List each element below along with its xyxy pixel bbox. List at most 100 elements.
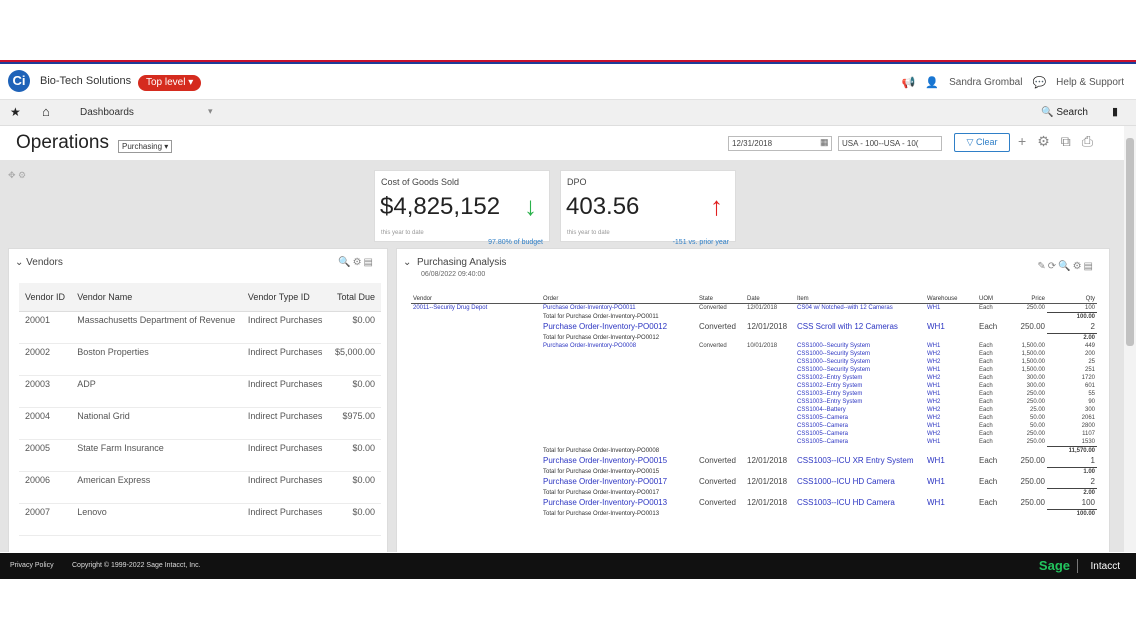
kpi-comparison[interactable]: 97.80% of budget [488,239,543,246]
analysis-panel-title[interactable]: ⌄ Purchasing Analysis [403,257,506,268]
item-cell[interactable]: CSS1005--Camera [795,430,925,438]
home-icon[interactable]: ⌂ [42,104,50,119]
warehouse-cell[interactable]: WH1 [925,390,977,398]
scrollbar-thumb[interactable] [1126,138,1134,346]
favorites-star-icon[interactable]: ★ [10,105,21,119]
kpi-cost-of-goods-sold[interactable]: Cost of Goods Sold $4,825,152 ↓ this yea… [374,170,550,246]
vendor-id-cell[interactable]: 20002 [19,343,72,376]
col-uom[interactable]: UOM [977,295,1007,304]
dashboards-menu[interactable]: Dashboards [80,107,134,118]
warehouse-cell[interactable]: WH2 [925,350,977,358]
warehouse-cell[interactable]: WH1 [925,304,977,313]
warehouse-cell[interactable]: WH1 [925,382,977,390]
analysis-panel-tools-icon[interactable]: ✎⟳🔍⚙▤ [1037,261,1095,272]
user-icon[interactable]: 👤 [925,76,939,89]
warehouse-cell[interactable]: WH2 [925,398,977,406]
item-cell[interactable]: CSS1003--ICU XR Entry System [795,455,925,468]
table-row[interactable]: 20004 National Grid Indirect Purchases $975… [19,407,381,440]
col-order[interactable]: Order [541,295,697,304]
order-cell[interactable]: Purchase Order-Inventory-PO0015 [541,455,697,468]
warehouse-cell[interactable]: WH2 [925,374,977,382]
col-price[interactable]: Price [1007,295,1047,304]
col-warehouse[interactable]: Warehouse [925,295,977,304]
col-qty[interactable]: Qty [1047,295,1097,304]
view-select[interactable]: Purchasing ▾ [118,140,173,153]
vendor-id-cell[interactable]: 20006 [19,471,72,504]
vendor-cell[interactable]: 20011--Security Drug Depot [411,304,541,313]
warehouse-cell[interactable]: WH2 [925,406,977,414]
clear-filter-button[interactable]: ▽ Clear [954,133,1010,152]
col-vendor-name[interactable]: Vendor Name [71,283,242,312]
col-state[interactable]: State [697,295,745,304]
warehouse-cell[interactable]: WH1 [925,422,977,430]
warehouse-cell[interactable]: WH2 [925,358,977,366]
vendor-id-cell[interactable]: 20004 [19,407,72,440]
item-cell[interactable]: CSS1000--Security System [795,366,925,374]
bookmark-icon[interactable]: ▮ [1112,105,1118,118]
order-cell[interactable]: Purchase Order-Inventory-PO0013 [541,497,697,510]
item-cell[interactable]: CSS1002--Entry System [795,382,925,390]
settings-icon[interactable]: ⚙ [1037,133,1050,150]
vendor-id-cell[interactable]: 20001 [19,311,72,344]
vendors-panel-title[interactable]: ⌄ Vendors [15,257,63,268]
canvas-move-icon[interactable]: ✥ ⚙ [8,170,26,181]
add-icon[interactable]: + [1018,133,1026,150]
item-cell[interactable]: CSS1004--Battery [795,406,925,414]
order-cell[interactable]: Purchase Order-Inventory-PO0012 [541,321,697,334]
col-date[interactable]: Date [745,295,795,304]
warehouse-cell[interactable]: WH1 [925,438,977,447]
table-row[interactable]: 20002 Boston Properties Indirect Purchases… [19,343,381,376]
warehouse-cell[interactable]: WH1 [925,342,977,350]
col-item[interactable]: Item [795,295,925,304]
table-row[interactable]: 20003 ADP Indirect Purchases $0.00 [19,375,381,408]
item-cell[interactable]: CSS1005--Camera [795,422,925,430]
as-of-date-input[interactable]: 12/31/2018 [728,136,832,151]
item-cell[interactable]: CSS Scroll with 12 Cameras [795,321,925,334]
search-button[interactable]: 🔍 Search [1041,107,1088,118]
item-cell[interactable]: CSS1000--ICU HD Camera [795,476,925,489]
order-cell[interactable]: Purchase Order-Inventory-PO0008 [541,342,697,350]
chevron-down-icon[interactable]: ▾ [208,106,213,117]
item-cell[interactable]: CSS1005--Camera [795,438,925,447]
chat-icon[interactable]: 💬 [1032,76,1046,89]
warehouse-cell[interactable]: WH1 [925,497,977,510]
copy-icon[interactable]: ⧉ [1061,133,1071,150]
warehouse-cell[interactable]: WH1 [925,455,977,468]
item-cell[interactable]: CSS1002--Entry System [795,374,925,382]
item-cell[interactable]: CSS1000--Security System [795,342,925,350]
warehouse-cell[interactable]: WH2 [925,430,977,438]
item-cell[interactable]: CSS1003--Entry System [795,390,925,398]
table-row[interactable]: 20001 Massachusetts Department of Revenue… [19,311,381,344]
item-cell[interactable]: CSS1003--ICU HD Camera [795,497,925,510]
warehouse-cell[interactable]: WH1 [925,321,977,334]
col-vendor[interactable]: Vendor [411,295,541,304]
item-cell[interactable]: CSS1005--Camera [795,414,925,422]
order-cell[interactable]: Purchase Order-Inventory-PO0011 [541,304,697,313]
privacy-policy-link[interactable]: Privacy Policy [10,562,54,569]
vendor-id-cell[interactable]: 20007 [19,503,72,536]
col-vendor-id[interactable]: Vendor ID [19,283,72,312]
print-icon[interactable]: ⎙ [1082,133,1093,150]
location-select[interactable]: USA - 100--USA - 10( [838,136,942,151]
warehouse-cell[interactable]: WH1 [925,366,977,374]
entity-level-dropdown[interactable]: Top level ▾ [138,75,202,91]
col-total-due[interactable]: Total Due [328,283,381,312]
warehouse-cell[interactable]: WH2 [925,414,977,422]
announcement-icon[interactable]: 📢 [902,76,916,89]
order-cell[interactable]: Purchase Order-Inventory-PO0017 [541,476,697,489]
calendar-icon[interactable]: ▦ [820,137,829,148]
kpi-dpo[interactable]: DPO 403.56 ↑ this year to date -151 vs. … [560,170,736,246]
table-row[interactable]: 20006 American Express Indirect Purchases $… [19,471,381,504]
page-scrollbar[interactable] [1124,126,1136,552]
vendors-panel-tools-icon[interactable]: 🔍⚙▤ [338,257,375,268]
table-row[interactable]: 20007 Lenovo Indirect Purchases $0.00 [19,503,381,536]
item-cell[interactable]: CSS1000--Security System [795,350,925,358]
item-cell[interactable]: CSS1003--Entry System [795,398,925,406]
company-logo-icon[interactable]: Ci [8,70,30,92]
col-vendor-type[interactable]: Vendor Type ID [241,283,329,312]
table-row[interactable]: 20005 State Farm Insurance Indirect Purcha… [19,439,381,472]
kpi-comparison[interactable]: -151 vs. prior year [673,239,729,246]
vendor-id-cell[interactable]: 20003 [19,375,72,408]
vendor-id-cell[interactable]: 20005 [19,439,72,472]
user-name[interactable]: Sandra Grombal [949,77,1022,88]
